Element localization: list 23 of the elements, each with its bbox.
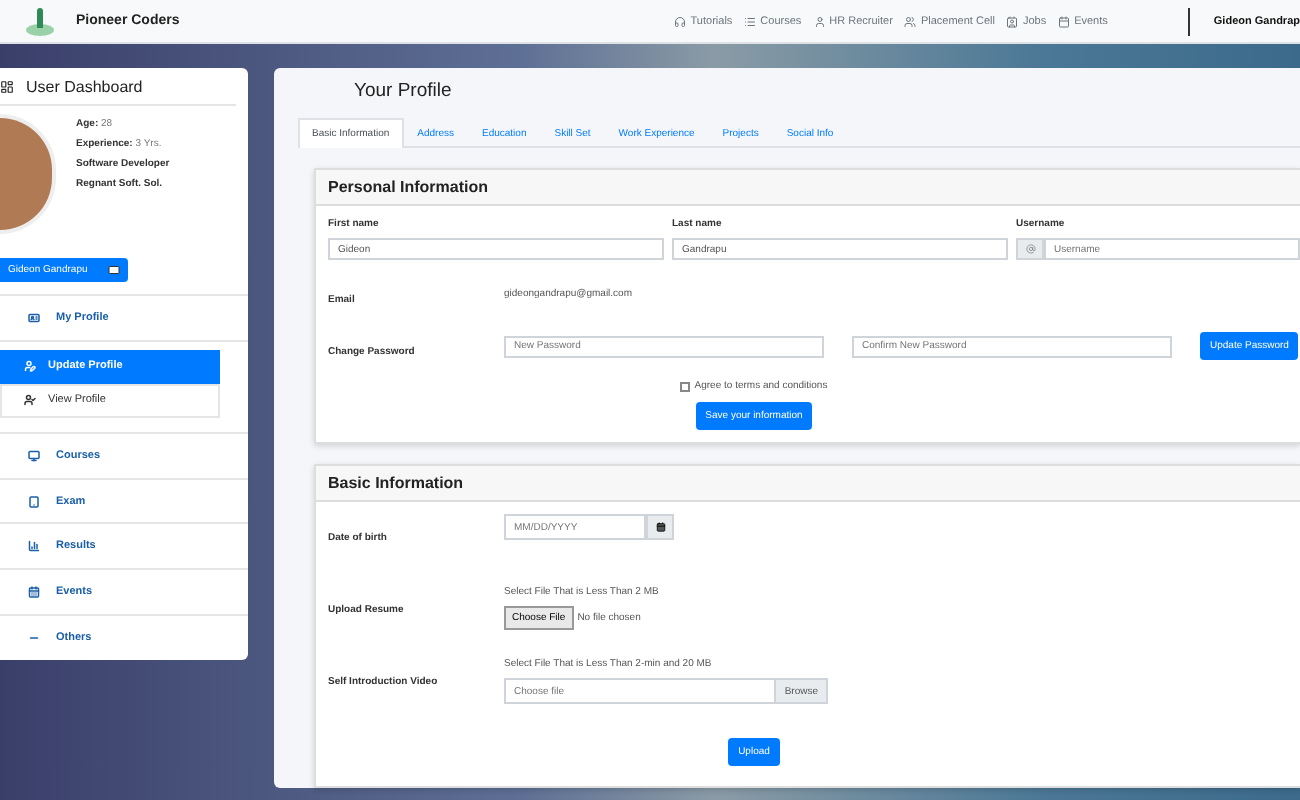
user-edit-icon [24, 360, 36, 373]
checkbox[interactable] [680, 381, 691, 391]
list-icon [744, 15, 757, 27]
calendar-icon [28, 586, 40, 599]
sidebar-title: User Dashboard [26, 78, 143, 96]
at-icon [1025, 244, 1035, 254]
chart-icon [28, 540, 40, 553]
tablet-icon [28, 495, 40, 508]
dashboard-icon [0, 80, 14, 94]
page-title: Your Profile [354, 80, 454, 102]
user-check-icon [24, 394, 36, 407]
monitor-icon [28, 449, 40, 462]
user-icon [813, 15, 826, 27]
card-title: Personal Information [316, 170, 1300, 206]
calendar-icon [1058, 15, 1071, 27]
calendar-icon [655, 522, 665, 532]
users-icon [904, 15, 917, 27]
logo-icon [24, 5, 56, 37]
line-icon [28, 632, 40, 645]
user-icon [1006, 15, 1019, 27]
calendar-button[interactable] [646, 514, 674, 540]
card-title: Basic Information [316, 466, 1300, 502]
headphones-icon [674, 15, 687, 27]
